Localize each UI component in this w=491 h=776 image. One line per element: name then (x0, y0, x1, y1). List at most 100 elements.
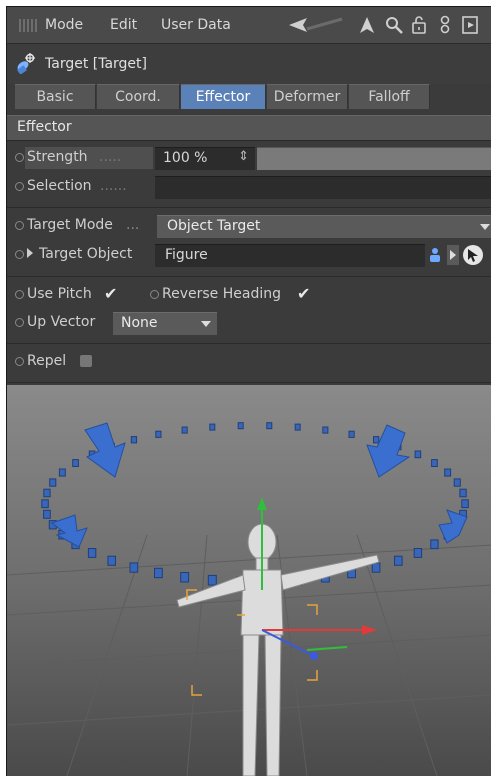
viewport-scene (7, 385, 491, 776)
animation-dot-icon[interactable] (15, 182, 24, 191)
clone-cube (237, 422, 244, 430)
expand-triangle-icon[interactable] (27, 248, 33, 258)
divider (7, 343, 491, 344)
clone-cube (430, 539, 439, 550)
repel-checkbox[interactable] (80, 355, 92, 367)
section-title: Effector (17, 119, 72, 135)
clone-cube (180, 572, 190, 583)
clone-cube (43, 488, 51, 498)
clone-cube (107, 555, 117, 566)
target-mode-label: Target Mode (27, 217, 113, 233)
object-title-bar: Target [Target] (7, 44, 491, 84)
animation-dot-icon[interactable] (15, 250, 24, 259)
tab-coord[interactable]: Coord. (97, 84, 180, 109)
clone-cube (413, 548, 423, 558)
target-object-label: Target Object (39, 246, 133, 262)
clone-cube (348, 430, 355, 438)
pitch-heading-row: Use Pitch ✔ Reverse Heading ✔ (7, 281, 491, 309)
clone-cube (371, 562, 381, 573)
divider (7, 276, 491, 277)
clone-cube (49, 478, 57, 487)
clone-cube (394, 555, 403, 566)
clone-cube (444, 468, 452, 477)
clone-cube (129, 562, 139, 573)
animation-dot-icon[interactable] (15, 290, 24, 299)
clone-cube (322, 426, 329, 434)
figure-right-leg (264, 634, 282, 776)
clone-cube (373, 436, 380, 444)
reverse-heading-checkbox[interactable]: ✔ (297, 284, 310, 303)
divider (7, 382, 491, 383)
chevron-right-icon (450, 250, 456, 260)
selection-row: Selection ...... (7, 173, 491, 201)
stepper-arrows-icon[interactable]: ⇕ (238, 149, 249, 164)
clone-cube (461, 499, 469, 509)
animation-dot-icon[interactable] (15, 153, 24, 162)
clone-cube (431, 459, 438, 467)
hierarchy-icon[interactable] (435, 15, 455, 35)
reverse-heading-label: Reverse Heading (162, 286, 281, 302)
clone-cube (453, 478, 461, 487)
tab-deformer[interactable]: Deformer (267, 84, 348, 109)
target-mode-dots: ... (126, 217, 140, 233)
animation-dot-icon[interactable] (15, 318, 24, 327)
repel-row: Repel (7, 348, 491, 376)
up-arrow-icon[interactable] (357, 15, 377, 35)
animation-dot-icon[interactable] (150, 290, 159, 299)
clone-cube (154, 567, 163, 579)
clone-cube (41, 499, 49, 509)
clone-cube (181, 426, 188, 434)
target-mode-row: Target Mode ... Object Target (7, 212, 491, 240)
target-object-row: Target Object Figure (7, 241, 491, 269)
animation-dot-icon[interactable] (15, 357, 24, 366)
selection-dots: ...... (100, 178, 127, 194)
target-object-value: Figure (165, 247, 208, 263)
clone-cube (43, 509, 51, 519)
strength-dots: ..... (99, 149, 122, 165)
3d-viewport[interactable] (7, 385, 491, 776)
clone-cube (207, 574, 217, 586)
animation-dot-icon[interactable] (15, 221, 24, 230)
pick-object-icon[interactable] (462, 244, 484, 266)
back-arrow-icon[interactable] (287, 15, 347, 35)
tab-falloff[interactable]: Falloff (349, 84, 430, 109)
search-icon[interactable] (384, 15, 404, 35)
strength-slider-fill (257, 148, 491, 170)
use-pitch-checkbox[interactable]: ✔ (104, 284, 117, 303)
tab-bar: Basic Coord. Effector Deformer Falloff (15, 84, 485, 110)
lock-icon[interactable] (409, 15, 429, 35)
menu-user-data[interactable]: User Data (161, 17, 231, 33)
tab-basic[interactable]: Basic (15, 84, 96, 109)
clone-cube (155, 430, 162, 438)
clone-cube (459, 488, 467, 498)
clone-cube (58, 468, 66, 477)
clone-cube (414, 450, 422, 459)
chevron-down-icon (480, 224, 490, 230)
up-vector-row: Up Vector None (7, 309, 491, 337)
section-header-effector[interactable]: Effector (7, 115, 491, 141)
target-mode-dropdown[interactable]: Object Target (157, 215, 491, 238)
up-vector-label: Up Vector (27, 314, 96, 330)
clone-cube (266, 422, 273, 430)
up-vector-dropdown[interactable]: None (113, 312, 217, 335)
clone-cube (294, 423, 301, 431)
selection-link-field[interactable] (155, 176, 491, 199)
up-vector-value: None (121, 315, 158, 331)
strength-input[interactable]: 100 % ⇕ (155, 147, 255, 170)
clone-cube (130, 436, 138, 444)
menu-edit[interactable]: Edit (110, 17, 137, 33)
strength-value: 100 % (163, 150, 208, 166)
panel-grip-icon[interactable] (19, 19, 37, 32)
repel-label: Repel (27, 353, 67, 369)
link-menu-button[interactable] (447, 245, 459, 265)
menu-mode[interactable]: Mode (45, 17, 83, 33)
target-effector-icon (17, 53, 35, 74)
clone-cube (72, 459, 79, 467)
strength-slider[interactable] (257, 147, 491, 170)
target-object-link-field[interactable]: Figure (155, 244, 425, 267)
divider (7, 207, 491, 208)
figure-object-icon[interactable] (427, 247, 443, 263)
new-window-icon[interactable] (460, 15, 480, 35)
tab-effector[interactable]: Effector (181, 84, 266, 109)
target-mode-value: Object Target (167, 218, 261, 234)
